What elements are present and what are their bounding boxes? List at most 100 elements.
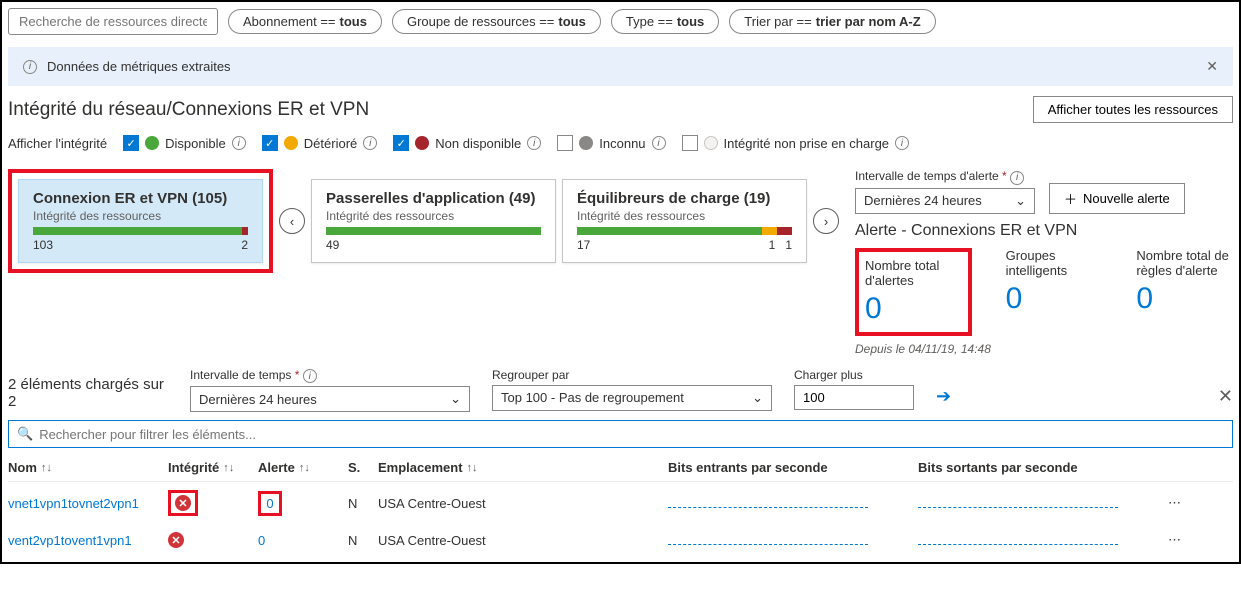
chevron-down-icon: ⌄ [450, 391, 461, 407]
legend-degraded: Détérioré [304, 136, 357, 151]
dot-amber-icon [284, 136, 298, 150]
card-load-balancers[interactable]: Équilibreurs de charge (19) Intégrité de… [562, 179, 807, 263]
error-icon: ✕ [168, 532, 184, 548]
run-query-button[interactable]: ➔ [936, 368, 951, 407]
card-er-vpn-connection[interactable]: Connexion ER et VPN (105) Intégrité des … [18, 179, 263, 263]
checkbox-available[interactable]: ✓ [123, 135, 139, 151]
bar-val-left: 17 [577, 238, 590, 252]
load-more-label: Charger plus [794, 368, 914, 382]
dot-green-icon [145, 136, 159, 150]
search-icon: 🔍 [17, 426, 33, 442]
show-all-resources-button[interactable]: Afficher toutes les ressources [1033, 96, 1233, 123]
dot-red-icon [415, 136, 429, 150]
metric-total-alerts-value[interactable]: 0 [865, 292, 962, 326]
info-icon[interactable]: i [895, 136, 909, 150]
bar-val-left: 103 [33, 238, 53, 252]
sort-icon[interactable]: ↑↓ [223, 462, 234, 474]
checkbox-unknown[interactable] [557, 135, 573, 151]
resource-link[interactable]: vent2vp1tovent1vpn1 [8, 533, 132, 548]
info-icon[interactable]: i [303, 369, 317, 383]
carousel-next-button[interactable]: › [813, 208, 839, 234]
checkbox-unsupported[interactable] [682, 135, 698, 151]
info-icon[interactable]: i [652, 136, 666, 150]
highlight-box-card: Connexion ER et VPN (105) Intégrité des … [8, 169, 273, 273]
info-icon[interactable]: i [232, 136, 246, 150]
group-by-select[interactable]: Top 100 - Pas de regroupement ⌄ [492, 385, 772, 411]
pill-value: tous [558, 14, 585, 29]
health-bar [326, 227, 541, 235]
plus-icon: ＋ [1064, 189, 1077, 208]
button-label: Nouvelle alerte [1083, 191, 1170, 206]
sparkline-bits-out [918, 533, 1118, 545]
load-more-input[interactable] [794, 385, 914, 410]
select-value: Dernières 24 heures [864, 193, 982, 208]
info-icon[interactable]: i [363, 136, 377, 150]
metric-total-alerts-label: Nombre total d'alertes [865, 258, 962, 288]
alert-timestamp: Depuis le 04/11/19, 14:48 [855, 342, 1233, 356]
info-icon[interactable]: i [1010, 171, 1024, 185]
time-interval-select[interactable]: Dernières 24 heures ⌄ [190, 386, 470, 412]
alert-count-link[interactable]: 0 [266, 496, 273, 511]
card-application-gateways[interactable]: Passerelles d'application (49) Intégrité… [311, 179, 556, 263]
filter-type-pill[interactable]: Type == tous [611, 9, 719, 34]
direct-resource-search-input[interactable] [8, 8, 218, 35]
sparkline-bits-in [668, 496, 868, 508]
th-name[interactable]: Nom [8, 460, 37, 475]
cell-s: N [348, 496, 378, 511]
card-subtitle: Intégrité des ressources [577, 209, 792, 223]
checkbox-unavailable[interactable]: ✓ [393, 135, 409, 151]
row-more-button[interactable]: ⋯ [1168, 532, 1208, 548]
metric-smart-groups-value[interactable]: 0 [1006, 282, 1103, 316]
bar-val-mid: 1 [769, 238, 776, 252]
carousel-prev-button[interactable]: ‹ [279, 208, 305, 234]
cell-location: USA Centre-Ouest [378, 496, 668, 511]
card-subtitle: Intégrité des ressources [33, 209, 248, 223]
th-health[interactable]: Intégrité [168, 460, 219, 475]
time-interval-label: Intervalle de temps [190, 368, 291, 382]
highlight-box-health: ✕ [168, 490, 198, 516]
table-row: vent2vp1tovent1vpn1 ✕ 0 N USA Centre-Oue… [8, 524, 1233, 556]
legend-unavailable: Non disponible [435, 136, 521, 151]
sort-icon[interactable]: ↑↓ [41, 462, 52, 474]
pill-label: Groupe de ressources == [407, 14, 554, 29]
pill-label: Abonnement == [243, 14, 336, 29]
sort-icon[interactable]: ↑↓ [467, 462, 478, 474]
info-icon[interactable]: i [527, 136, 541, 150]
health-bar [577, 227, 792, 235]
error-icon: ✕ [175, 495, 191, 511]
th-bits-in[interactable]: Bits entrants par seconde [668, 460, 828, 475]
pill-value: trier par nom A-Z [816, 14, 921, 29]
chevron-down-icon: ⌄ [1015, 193, 1026, 209]
filter-subscription-pill[interactable]: Abonnement == tous [228, 9, 382, 34]
row-more-button[interactable]: ⋯ [1168, 495, 1208, 511]
filter-sort-pill[interactable]: Trier par == trier par nom A-Z [729, 9, 935, 34]
legend-available: Disponible [165, 136, 226, 151]
card-subtitle: Intégrité des ressources [326, 209, 541, 223]
metric-alert-rules-label: Nombre total de règles d'alerte [1136, 248, 1233, 278]
checkbox-degraded[interactable]: ✓ [262, 135, 278, 151]
th-bits-out[interactable]: Bits sortants par seconde [918, 460, 1078, 475]
alert-interval-select[interactable]: Dernières 24 heures ⌄ [855, 188, 1035, 214]
metric-alert-rules-value[interactable]: 0 [1136, 282, 1233, 316]
new-alert-button[interactable]: ＋ Nouvelle alerte [1049, 183, 1185, 214]
alert-count-link[interactable]: 0 [258, 533, 265, 548]
select-value: Dernières 24 heures [199, 392, 317, 407]
sort-icon[interactable]: ↑↓ [299, 462, 310, 474]
metric-smart-groups-label: Groupes intelligents [1006, 248, 1103, 278]
table-search-input[interactable]: 🔍 [8, 420, 1233, 448]
pill-label: Type == [626, 14, 673, 29]
chevron-down-icon: ⌄ [752, 390, 763, 406]
close-controls-icon[interactable]: ✕ [1218, 368, 1233, 407]
dot-light-icon [704, 136, 718, 150]
search-field[interactable] [39, 427, 1224, 442]
banner-close-icon[interactable]: ✕ [1206, 58, 1218, 75]
th-alert[interactable]: Alerte [258, 460, 295, 475]
filter-resource-group-pill[interactable]: Groupe de ressources == tous [392, 9, 601, 34]
alert-interval-label: Intervalle de temps d'alerte [855, 169, 999, 183]
th-location[interactable]: Emplacement [378, 460, 463, 475]
resource-link[interactable]: vnet1vpn1tovnet2vpn1 [8, 496, 139, 511]
bar-val-left: 49 [326, 238, 339, 252]
pill-value: tous [677, 14, 704, 29]
metrics-banner: i Données de métriques extraites ✕ [8, 47, 1233, 86]
th-s[interactable]: S. [348, 460, 360, 475]
